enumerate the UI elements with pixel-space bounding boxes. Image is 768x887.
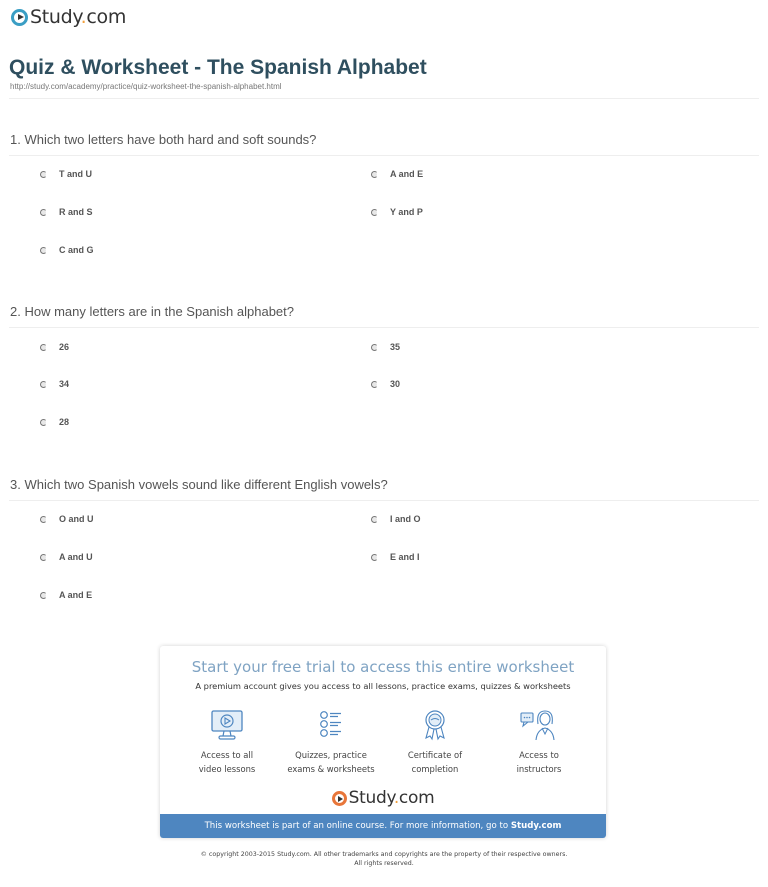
question-text: 1. Which two letters have both hard and … <box>10 132 317 147</box>
feature-quizzes: Quizzes, practice exams & worksheets <box>276 708 386 776</box>
answer-option[interactable]: 28 <box>40 417 69 427</box>
answer-option[interactable]: O and U <box>40 514 94 524</box>
promo-subtitle: A premium account gives you access to al… <box>195 681 571 691</box>
copyright-line: © copyright 2003-2015 Study.com. All oth… <box>200 851 568 858</box>
option-label: T and U <box>59 169 92 179</box>
radio-button[interactable] <box>40 208 47 216</box>
radio-button[interactable] <box>40 380 47 388</box>
feature-label-line: Certificate of <box>407 750 463 760</box>
page-title: Quiz & Worksheet - The Spanish Alphabet <box>9 56 427 79</box>
answer-option[interactable]: 30 <box>371 379 400 389</box>
answer-option[interactable]: A and U <box>40 552 93 562</box>
radio-button[interactable] <box>40 515 47 523</box>
study-logo[interactable]: Study.com <box>11 6 126 28</box>
feature-label-line: exams & worksheets <box>287 764 375 774</box>
promo-title[interactable]: Start your free trial to access this ent… <box>160 658 606 676</box>
course-info-bar: This worksheet is part of an online cour… <box>160 814 606 838</box>
radio-button[interactable] <box>40 170 47 178</box>
instructor-chat-icon <box>520 710 555 741</box>
page-url[interactable]: http://study.com/academy/practice/quiz-w… <box>10 82 282 91</box>
feature-label-line: instructors <box>516 764 562 774</box>
option-label: C and G <box>59 245 94 255</box>
option-label: A and U <box>59 552 93 562</box>
radio-button[interactable] <box>40 591 47 599</box>
feature-label-line: Quizzes, practice <box>295 750 367 760</box>
radio-button[interactable] <box>40 418 47 426</box>
option-label: O and U <box>59 514 94 524</box>
quiz-list-icon <box>320 711 341 737</box>
answer-option[interactable]: 35 <box>371 342 400 352</box>
copyright-footer: © copyright 2003-2015 Study.com. All oth… <box>0 850 768 868</box>
video-monitor-icon <box>211 710 243 740</box>
radio-button[interactable] <box>371 170 378 178</box>
logo-wordmark: Study.com <box>30 6 127 28</box>
option-label: 28 <box>59 417 70 427</box>
feature-label-line: Access to <box>519 750 559 760</box>
radio-button[interactable] <box>371 208 378 216</box>
question-divider <box>9 327 759 328</box>
answer-option[interactable]: A and E <box>371 169 423 179</box>
answer-option[interactable]: A and E <box>40 590 92 600</box>
feature-video-lessons: Access to all video lessons <box>172 708 282 776</box>
option-label: R and S <box>59 207 93 217</box>
course-info-text: This worksheet is part of an online cour… <box>204 821 511 831</box>
study-link[interactable]: Study.com <box>511 821 562 831</box>
feature-instructors: Access to instructors <box>484 708 594 776</box>
answer-option[interactable]: T and U <box>40 169 92 179</box>
certificate-ribbon-icon <box>425 710 445 741</box>
radio-button[interactable] <box>371 515 378 523</box>
promo-study-logo[interactable]: Study.com <box>160 788 606 808</box>
feature-certificate: Certificate of completion <box>380 708 490 776</box>
answer-option[interactable]: Y and P <box>371 207 423 217</box>
option-label: A and E <box>59 590 93 600</box>
question-divider <box>9 500 759 501</box>
header-divider <box>9 98 759 99</box>
radio-button[interactable] <box>371 343 378 351</box>
radio-button[interactable] <box>40 553 47 561</box>
option-label: A and E <box>390 169 424 179</box>
play-logo-icon <box>11 8 28 26</box>
play-logo-icon <box>331 790 347 806</box>
answer-option[interactable]: I and O <box>371 514 421 524</box>
option-label: 34 <box>59 379 70 389</box>
logo-wordmark: Study.com <box>348 788 435 808</box>
answer-option[interactable]: C and G <box>40 245 94 255</box>
feature-label-line: Access to all <box>200 750 254 760</box>
answer-option[interactable]: 26 <box>40 342 69 352</box>
option-label: 30 <box>390 379 401 389</box>
feature-label-line: completion <box>411 764 459 774</box>
free-trial-promo: Start your free trial to access this ent… <box>160 646 606 838</box>
question-text: 2. How many letters are in the Spanish a… <box>10 304 295 319</box>
option-label: 26 <box>59 342 70 352</box>
option-label: I and O <box>390 514 421 524</box>
option-label: Y and P <box>390 207 423 217</box>
option-label: E and I <box>390 552 420 562</box>
feature-label-line: video lessons <box>198 764 256 774</box>
answer-option[interactable]: 34 <box>40 379 69 389</box>
copyright-line: All rights reserved. <box>354 860 414 867</box>
radio-button[interactable] <box>40 343 47 351</box>
answer-option[interactable]: R and S <box>40 207 93 217</box>
radio-button[interactable] <box>371 553 378 561</box>
radio-button[interactable] <box>40 246 47 254</box>
radio-button[interactable] <box>371 380 378 388</box>
answer-option[interactable]: E and I <box>371 552 420 562</box>
question-divider <box>9 155 759 156</box>
option-label: 35 <box>390 342 401 352</box>
question-text: 3. Which two Spanish vowels sound like d… <box>10 477 388 492</box>
